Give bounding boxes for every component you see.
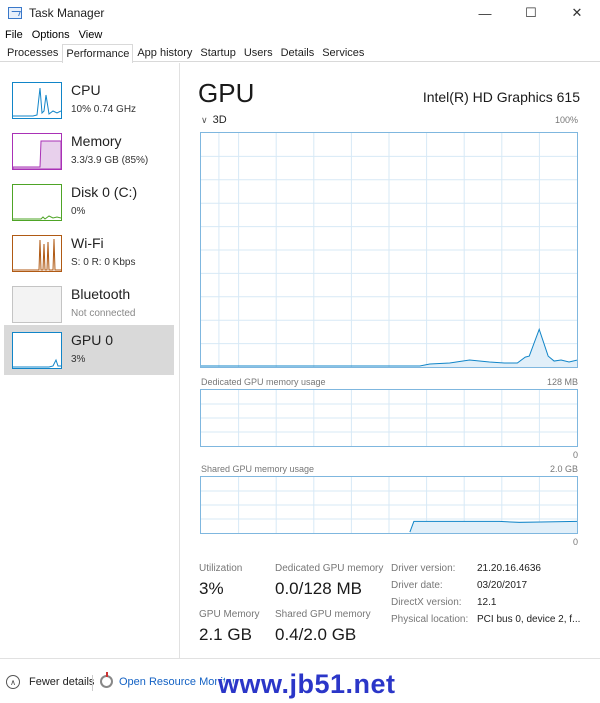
- watermark: www.jb51.net: [218, 669, 396, 699]
- driver-version-value: 21.20.16.4636: [477, 563, 541, 574]
- engine-name: 3D: [212, 114, 227, 126]
- tab-startup[interactable]: Startup: [196, 43, 239, 61]
- shared-memory-graph: [200, 476, 578, 534]
- tab-app-history[interactable]: App history: [133, 43, 196, 61]
- footer-divider: [92, 675, 93, 691]
- window-title: Task Manager: [29, 6, 105, 20]
- chevron-up-icon: ∧: [6, 675, 20, 689]
- footer-bar: ∧ Fewer details Open Resource Monitor ww…: [0, 658, 600, 703]
- driver-date-value: 03/20/2017: [477, 580, 528, 591]
- shared-memory-min: 0: [572, 537, 578, 547]
- shared-memory-label: Shared GPU memory usage: [201, 464, 315, 474]
- directx-version-label: DirectX version:: [391, 597, 462, 608]
- driver-date-label: Driver date:: [391, 580, 443, 591]
- shared-gpu-memory-label: Shared GPU memory: [275, 609, 371, 620]
- tab-details[interactable]: Details: [277, 43, 319, 61]
- fewer-details-button[interactable]: ∧ Fewer details: [6, 675, 94, 689]
- tab-performance[interactable]: Performance: [62, 44, 134, 63]
- gpu-thumbnail-graph: [12, 332, 62, 369]
- gpu-3d-utilization-graph: [200, 132, 578, 368]
- sidebar-item-bluetooth[interactable]: Bluetooth Not connected: [4, 279, 174, 329]
- utilization-value: 3%: [199, 579, 224, 598]
- gpu-detail-panel: GPU Intel(R) HD Graphics 615 ∨ 3D 100% De…: [181, 63, 600, 658]
- shared-memory-max: 2.0 GB: [549, 464, 578, 474]
- tab-processes[interactable]: Processes: [3, 43, 62, 61]
- dedicated-memory-min: 0: [572, 450, 578, 460]
- menu-options[interactable]: Options: [32, 29, 70, 41]
- directx-version-value: 12.1: [477, 597, 497, 608]
- page-title: GPU: [198, 78, 255, 108]
- gpu-memory-label: GPU Memory: [199, 609, 260, 620]
- sidebar-item-label: Memory: [71, 133, 122, 149]
- fewer-details-label: Fewer details: [29, 676, 95, 688]
- menu-file[interactable]: File: [5, 29, 23, 41]
- tab-bar: Processes Performance App history Startu…: [0, 43, 600, 63]
- shared-gpu-memory-value: 0.4/2.0 GB: [275, 625, 357, 644]
- memory-thumbnail-graph: [12, 133, 62, 170]
- sidebar-item-value: 10% 0.74 GHz: [71, 104, 137, 115]
- menu-view[interactable]: View: [79, 29, 103, 41]
- sidebar-item-wifi[interactable]: Wi-Fi S: 0 R: 0 Kbps: [4, 228, 174, 278]
- close-button[interactable]: ✕: [554, 0, 600, 26]
- dedicated-gpu-memory-label: Dedicated GPU memory: [275, 563, 384, 574]
- tab-users[interactable]: Users: [240, 43, 277, 61]
- sidebar-item-gpu[interactable]: GPU 0 3%: [4, 325, 174, 375]
- dedicated-memory-label: Dedicated GPU memory usage: [201, 377, 326, 387]
- sidebar-item-value: 3.3/3.9 GB (85%): [71, 155, 149, 166]
- tab-services[interactable]: Services: [318, 43, 368, 61]
- driver-version-label: Driver version:: [391, 563, 456, 574]
- sidebar-item-label: Disk 0 (C:): [71, 184, 138, 200]
- physical-location-value: PCI bus 0, device 2, f...: [477, 614, 581, 625]
- engine-max-label: 100%: [554, 115, 578, 125]
- maximize-button[interactable]: ☐: [508, 0, 554, 26]
- sidebar-item-cpu[interactable]: CPU 10% 0.74 GHz: [4, 75, 174, 125]
- dedicated-gpu-memory-value: 0.0/128 MB: [275, 579, 362, 598]
- sidebar-item-memory[interactable]: Memory 3.3/3.9 GB (85%): [4, 126, 174, 176]
- sidebar-item-label: Wi-Fi: [71, 235, 104, 251]
- gpu-model-name: Intel(R) HD Graphics 615: [422, 89, 580, 105]
- physical-location-label: Physical location:: [391, 614, 469, 625]
- sidebar-item-value: 0%: [71, 206, 86, 217]
- gpu-memory-value: 2.1 GB: [199, 625, 252, 644]
- cpu-thumbnail-graph: [12, 82, 62, 119]
- sidebar-item-value: S: 0 R: 0 Kbps: [71, 257, 136, 268]
- sidebar-item-value: Not connected: [71, 308, 136, 319]
- wifi-thumbnail-graph: [12, 235, 62, 272]
- menu-bar: File Options View: [0, 26, 600, 43]
- resource-sidebar: CPU 10% 0.74 GHz Memory 3.3/3.9 GB (85%)…: [0, 63, 180, 658]
- open-resource-monitor-link[interactable]: Open Resource Monitor: [100, 672, 236, 688]
- dedicated-memory-graph: [200, 389, 578, 447]
- chevron-down-icon: ∨: [201, 115, 208, 125]
- utilization-label: Utilization: [199, 563, 243, 574]
- sidebar-item-label: GPU 0: [71, 332, 114, 348]
- resource-monitor-icon: [100, 672, 113, 688]
- minimize-button[interactable]: —: [462, 0, 508, 26]
- sidebar-item-label: CPU: [71, 82, 101, 98]
- dedicated-memory-max: 128 MB: [546, 377, 578, 387]
- engine-selector[interactable]: ∨ 3D: [201, 114, 227, 126]
- sidebar-item-disk[interactable]: Disk 0 (C:) 0%: [4, 177, 174, 227]
- disk-thumbnail-graph: [12, 184, 62, 221]
- sidebar-item-value: 3%: [71, 354, 86, 365]
- window-controls: — ☐ ✕: [462, 0, 600, 26]
- task-manager-icon: [8, 7, 22, 19]
- bluetooth-thumbnail-graph: [12, 286, 62, 323]
- sidebar-item-label: Bluetooth: [71, 286, 131, 302]
- title-bar: Task Manager — ☐ ✕: [0, 0, 600, 26]
